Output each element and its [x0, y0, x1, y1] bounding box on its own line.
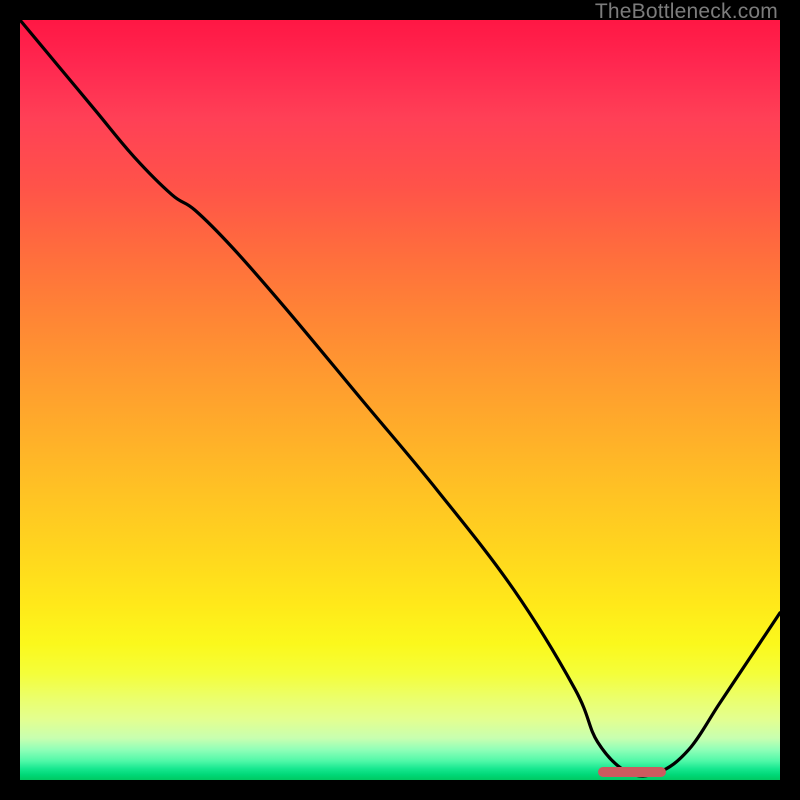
chart-plot-area [20, 20, 780, 780]
watermark: TheBottleneck.com [595, 0, 778, 24]
optimal-range-marker [598, 767, 666, 777]
chart-container: TheBottleneck.com [0, 0, 800, 800]
bottleneck-curve [20, 20, 780, 780]
